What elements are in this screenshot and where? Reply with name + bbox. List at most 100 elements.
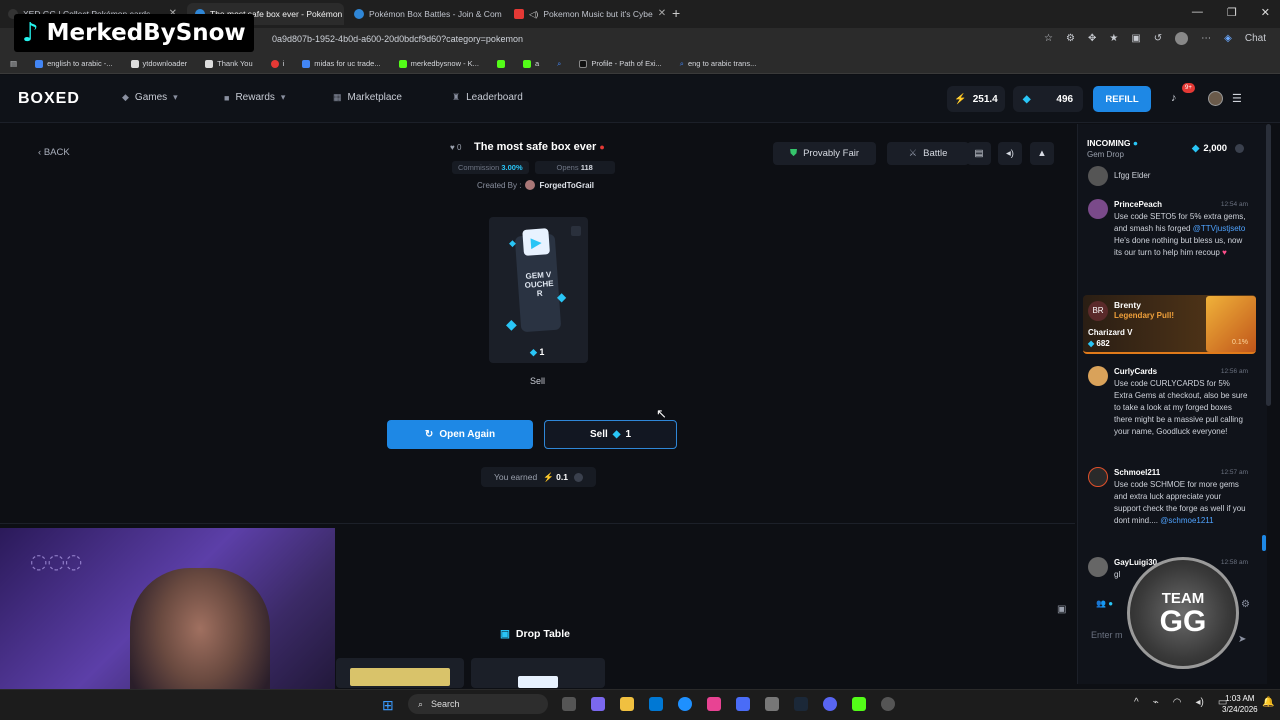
copy-button[interactable]: ▤ (967, 142, 991, 165)
settings-icon[interactable]: ⚙ (1241, 599, 1250, 610)
avatar[interactable] (1088, 467, 1108, 487)
new-tab-button[interactable]: + (672, 5, 680, 21)
nav-rewards[interactable]: ■ Rewards ▾ (224, 92, 285, 103)
bookmark-thank-you[interactable]: Thank You (205, 59, 253, 68)
close-window-icon[interactable]: ✕ (1261, 6, 1270, 19)
favorites-icon[interactable]: ★ (1109, 33, 1118, 44)
history-icon[interactable]: ↺ (1154, 33, 1162, 44)
close-icon[interactable]: ✕ (658, 3, 666, 25)
url-field[interactable]: 0a9d807b-1952-4b0d-a600-20d0bdcf9d60?cat… (272, 34, 523, 44)
volume-icon[interactable]: ◂) (1195, 697, 1203, 708)
nav-marketplace[interactable]: ▦ Marketplace (333, 92, 402, 103)
kick-icon[interactable] (852, 697, 866, 711)
store-icon[interactable] (649, 697, 663, 711)
refill-button[interactable]: REFILL (1093, 86, 1151, 112)
app-icon[interactable] (707, 697, 721, 711)
notification-icon[interactable]: 🔔 (1262, 697, 1274, 708)
steam-icon[interactable] (794, 697, 808, 711)
favorite-star-icon[interactable]: ☆ (1044, 33, 1053, 44)
nav-label: Games (134, 92, 168, 103)
extension-icon[interactable]: ⚙ (1066, 33, 1075, 44)
open-again-button[interactable]: ↻ Open Again (387, 420, 533, 449)
bookmark-english-arabic[interactable]: english to arabic -... (35, 59, 113, 68)
menu-icon[interactable]: ☰ (1232, 92, 1242, 105)
mention-link[interactable]: @schmoe1211 (1160, 516, 1213, 525)
taskbar-clock[interactable]: 1:03 AM 3/24/2026 (1222, 693, 1258, 715)
chat-label[interactable]: Chat (1245, 33, 1266, 44)
bookmark-a[interactable]: a (522, 59, 539, 68)
user-avatar[interactable] (1208, 91, 1223, 106)
bookmark-kick[interactable] (496, 59, 505, 68)
chevron-up-icon[interactable]: ^ (1134, 697, 1139, 708)
gems-chip[interactable]: ◆ 496 (1013, 86, 1083, 112)
provably-fair-button[interactable]: ⛊ Provably Fair (773, 142, 876, 165)
info-icon[interactable] (573, 472, 583, 482)
badge-line: GG (1159, 604, 1207, 638)
bookmark-midas[interactable]: midas for uc trade... (302, 59, 381, 68)
pull-chance: 0.1% (1232, 339, 1248, 346)
nav-leaderboard[interactable]: ♜ Leaderboard (452, 92, 523, 103)
balance-chip[interactable]: ⚡ 251.4 (947, 86, 1005, 112)
bookmark-merkedbysnow[interactable]: merkedbysnow - K... (398, 59, 479, 68)
send-icon[interactable]: ➤ (1238, 634, 1246, 645)
bookmark-label: Profile - Path of Exi... (591, 59, 662, 68)
box-likes[interactable]: ♥ 0 (450, 143, 461, 152)
chat-toggle-icon[interactable]: ▣ (1057, 604, 1066, 615)
taskbar-search[interactable]: ⌕ Search (408, 694, 548, 714)
copilot-icon[interactable]: ◈ (1224, 33, 1232, 44)
bookmark-ytdownloader[interactable]: ytdownloader (130, 59, 187, 68)
back-button[interactable]: ‹ BACK (38, 147, 70, 158)
more-menu-icon[interactable]: ⋯ (1201, 33, 1211, 44)
gem-drop-amount[interactable]: ◆ 2,000 (1192, 143, 1245, 154)
bookmark-eng-arabic[interactable]: ⌕ eng to arabic trans... (680, 59, 757, 69)
sound-button[interactable]: ◂) (998, 142, 1022, 165)
bookmark-i[interactable]: i (270, 59, 284, 68)
avatar[interactable] (1088, 557, 1108, 577)
obs-icon[interactable] (881, 697, 895, 711)
tab-pokemon-music[interactable]: ◁) Pokemon Music but it's Cybe ✕ (506, 3, 666, 25)
creator-name[interactable]: ForgedToGrail (539, 181, 594, 190)
bell-icon[interactable]: ♪ (1171, 92, 1177, 104)
sidebar-toggle-icon[interactable]: ▤ (10, 59, 17, 68)
drop-item-card[interactable] (471, 658, 605, 688)
info-icon[interactable] (1235, 144, 1245, 153)
tab-box-battles[interactable]: Pokémon Box Battles - Join & Com ✕ (346, 3, 504, 25)
teams-icon[interactable] (591, 697, 605, 711)
collections-icon[interactable]: ▣ (1131, 33, 1140, 44)
item-sell-label[interactable]: Sell (530, 376, 545, 386)
flame-icon: ● (599, 142, 605, 152)
settings-icon[interactable] (765, 697, 779, 711)
gem-icon: ◆ (1022, 93, 1031, 105)
file-explorer-icon[interactable] (620, 697, 634, 711)
maximize-icon[interactable]: ❐ (1227, 6, 1237, 19)
copilot-icon[interactable] (736, 697, 750, 711)
avatar[interactable] (1088, 366, 1108, 386)
puzzle-icon[interactable]: ✥ (1088, 33, 1096, 44)
discord-icon[interactable] (823, 697, 837, 711)
item-checkbox[interactable] (571, 226, 581, 236)
windows-start-icon[interactable]: ⊞ (382, 697, 394, 714)
bookmark-path-of-exile[interactable]: Profile - Path of Exi... (579, 59, 662, 68)
edge-icon[interactable] (678, 697, 692, 711)
mention-link[interactable]: @TTVjustjseto (1193, 224, 1246, 233)
speaker-icon[interactable]: ◁) (529, 3, 538, 25)
minimize-icon[interactable]: — (1192, 6, 1203, 19)
chat-input[interactable]: Enter m (1091, 630, 1123, 640)
drop-item-card[interactable] (336, 658, 464, 688)
nav-games[interactable]: ◆ Games ▾ (122, 92, 178, 103)
avatar[interactable] (1088, 199, 1108, 219)
pull-user[interactable]: Brenty (1114, 300, 1141, 310)
sell-button[interactable]: Sell ◆ 1 (544, 420, 677, 449)
earned-value: 0.1 (556, 471, 568, 482)
fast-open-button[interactable]: ▲ (1030, 142, 1054, 165)
boxed-logo[interactable]: BOXED (18, 90, 80, 108)
kick-icon (496, 59, 505, 68)
bookmark-search[interactable]: ⌕ (557, 59, 561, 69)
wifi-icon[interactable]: ◠ (1173, 697, 1182, 708)
network-icon[interactable]: ⌁ (1153, 697, 1159, 708)
profile-avatar-icon[interactable] (1175, 32, 1189, 45)
battle-button[interactable]: ⚔ Battle (887, 142, 969, 165)
message-time: 12:54 am (1220, 201, 1248, 208)
chat-scrollbar[interactable] (1266, 124, 1271, 406)
taskview-icon[interactable] (562, 697, 576, 711)
